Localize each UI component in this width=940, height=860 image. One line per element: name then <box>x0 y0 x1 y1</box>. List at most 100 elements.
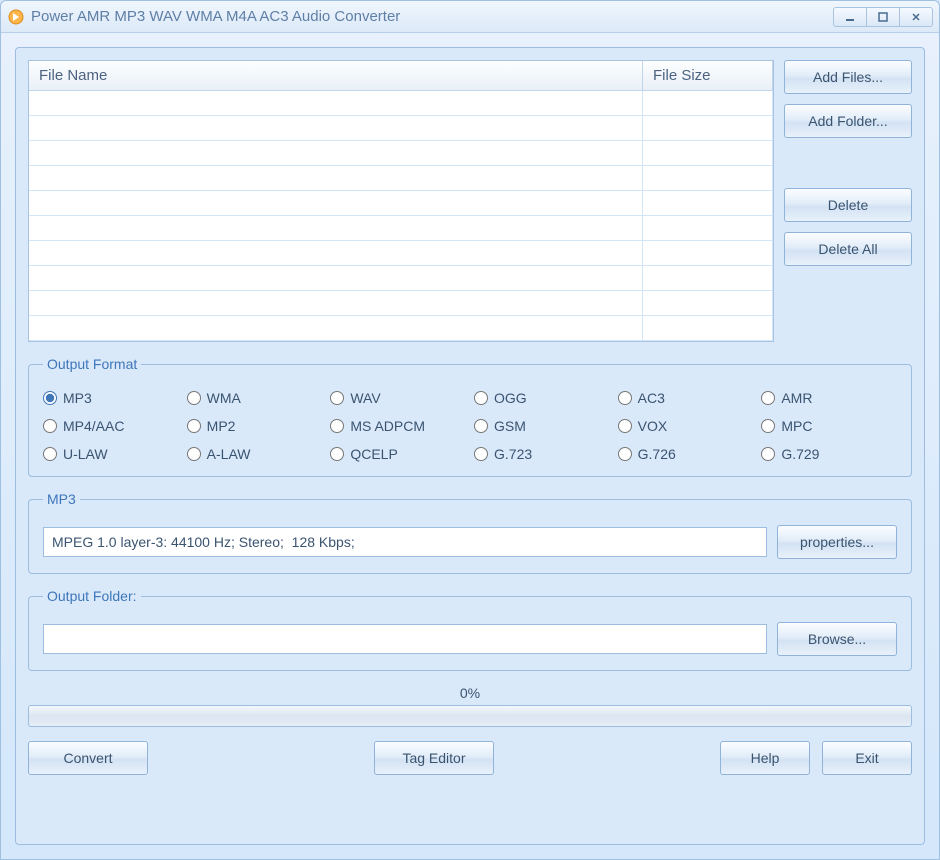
format-option-label: AC3 <box>638 390 665 406</box>
format-option-wav[interactable]: WAV <box>330 390 466 406</box>
delete-all-button[interactable]: Delete All <box>784 232 912 266</box>
format-radio[interactable] <box>761 391 775 405</box>
format-radio[interactable] <box>761 447 775 461</box>
format-radio[interactable] <box>474 447 488 461</box>
format-radio[interactable] <box>618 391 632 405</box>
format-option-label: G.726 <box>638 446 676 462</box>
format-option-g-729[interactable]: G.729 <box>761 446 897 462</box>
help-button[interactable]: Help <box>720 741 810 775</box>
output-format-legend: Output Format <box>43 356 141 372</box>
tag-editor-button[interactable]: Tag Editor <box>374 741 494 775</box>
add-folder-button[interactable]: Add Folder... <box>784 104 912 138</box>
table-row[interactable] <box>29 266 773 291</box>
output-format-group: Output Format MP3WMAWAVOGGAC3AMRMP4/AACM… <box>28 356 912 477</box>
progress-section: 0% <box>28 685 912 727</box>
file-list[interactable]: File Name File Size <box>28 60 774 342</box>
format-option-label: G.723 <box>494 446 532 462</box>
bottom-button-row: Convert Tag Editor Help Exit <box>28 741 912 775</box>
format-option-wma[interactable]: WMA <box>187 390 323 406</box>
file-list-header: File Name File Size <box>29 61 773 91</box>
format-option-amr[interactable]: AMR <box>761 390 897 406</box>
titlebar: Power AMR MP3 WAV WMA M4A AC3 Audio Conv… <box>1 1 939 33</box>
format-radio[interactable] <box>43 391 57 405</box>
table-row[interactable] <box>29 141 773 166</box>
add-files-button[interactable]: Add Files... <box>784 60 912 94</box>
table-row[interactable] <box>29 291 773 316</box>
table-row[interactable] <box>29 116 773 141</box>
output-folder-group: Output Folder: Browse... <box>28 588 912 671</box>
column-header-name[interactable]: File Name <box>29 61 643 90</box>
content-area: File Name File Size Add Files... Add Fol… <box>1 33 939 859</box>
convert-button[interactable]: Convert <box>28 741 148 775</box>
format-option-label: AMR <box>781 390 812 406</box>
delete-button[interactable]: Delete <box>784 188 912 222</box>
format-option-u-law[interactable]: U-LAW <box>43 446 179 462</box>
file-action-buttons: Add Files... Add Folder... Delete Delete… <box>784 60 912 342</box>
format-option-label: WAV <box>350 390 380 406</box>
format-radio-grid: MP3 WMA WAV OGG AC3 AMR MP4/AAC MP2 MS ADPCM GSM V… <box>43 384 897 462</box>
format-option-mp3[interactable]: MP3 <box>43 390 179 406</box>
progress-bar <box>28 705 912 727</box>
format-option-mp2[interactable]: MP2 <box>187 418 323 434</box>
app-icon <box>7 8 25 26</box>
format-option-label: WMA <box>207 390 241 406</box>
window-controls <box>833 7 933 27</box>
format-option-a-law[interactable]: A-LAW <box>187 446 323 462</box>
close-button[interactable] <box>899 7 933 27</box>
format-radio[interactable] <box>187 391 201 405</box>
format-option-label: MS ADPCM <box>350 418 425 434</box>
format-option-mpc[interactable]: MPC <box>761 418 897 434</box>
output-folder-field[interactable] <box>43 624 767 654</box>
format-radio[interactable] <box>187 447 201 461</box>
spacer <box>784 148 912 178</box>
format-option-label: MP4/AAC <box>63 418 124 434</box>
format-radio[interactable] <box>474 391 488 405</box>
format-option-qcelp[interactable]: QCELP <box>330 446 466 462</box>
format-option-vox[interactable]: VOX <box>618 418 754 434</box>
format-option-g-723[interactable]: G.723 <box>474 446 610 462</box>
window-title: Power AMR MP3 WAV WMA M4A AC3 Audio Conv… <box>31 8 833 25</box>
format-radio[interactable] <box>618 447 632 461</box>
format-option-label: G.729 <box>781 446 819 462</box>
format-option-label: MP2 <box>207 418 236 434</box>
format-option-g-726[interactable]: G.726 <box>618 446 754 462</box>
app-window: Power AMR MP3 WAV WMA M4A AC3 Audio Conv… <box>0 0 940 860</box>
format-option-label: GSM <box>494 418 526 434</box>
properties-button[interactable]: properties... <box>777 525 897 559</box>
table-row[interactable] <box>29 166 773 191</box>
exit-button[interactable]: Exit <box>822 741 912 775</box>
format-radio[interactable] <box>330 391 344 405</box>
format-option-ms-adpcm[interactable]: MS ADPCM <box>330 418 466 434</box>
progress-label: 0% <box>28 685 912 701</box>
format-radio[interactable] <box>330 419 344 433</box>
table-row[interactable] <box>29 241 773 266</box>
main-panel: File Name File Size Add Files... Add Fol… <box>15 47 925 845</box>
format-option-label: U-LAW <box>63 446 108 462</box>
file-section: File Name File Size Add Files... Add Fol… <box>28 60 912 342</box>
column-header-size[interactable]: File Size <box>643 61 773 90</box>
format-option-label: OGG <box>494 390 527 406</box>
format-option-ac3[interactable]: AC3 <box>618 390 754 406</box>
minimize-button[interactable] <box>833 7 867 27</box>
format-option-ogg[interactable]: OGG <box>474 390 610 406</box>
maximize-button[interactable] <box>866 7 900 27</box>
format-radio[interactable] <box>330 447 344 461</box>
table-row[interactable] <box>29 91 773 116</box>
format-option-gsm[interactable]: GSM <box>474 418 610 434</box>
table-row[interactable] <box>29 216 773 241</box>
browse-button[interactable]: Browse... <box>777 622 897 656</box>
format-radio[interactable] <box>187 419 201 433</box>
format-radio[interactable] <box>474 419 488 433</box>
format-radio[interactable] <box>618 419 632 433</box>
format-radio[interactable] <box>43 447 57 461</box>
format-radio[interactable] <box>43 419 57 433</box>
format-option-label: QCELP <box>350 446 397 462</box>
format-details-group: MP3 properties... <box>28 491 912 574</box>
format-details-field[interactable] <box>43 527 767 557</box>
format-option-label: A-LAW <box>207 446 251 462</box>
table-row[interactable] <box>29 316 773 341</box>
table-row[interactable] <box>29 191 773 216</box>
format-option-label: VOX <box>638 418 668 434</box>
format-option-mp4-aac[interactable]: MP4/AAC <box>43 418 179 434</box>
format-radio[interactable] <box>761 419 775 433</box>
